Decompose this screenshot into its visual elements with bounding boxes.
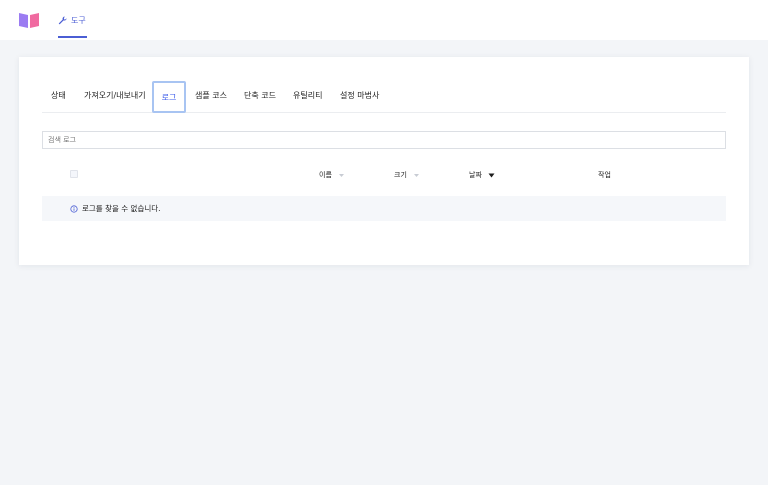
logs-card: 상태 가져오기/내보내기 로그 샘플 코스 단축 코드 유틸리티 설정 마법사 … bbox=[19, 57, 749, 265]
empty-state-row: 로그를 찾을 수 없습니다. bbox=[42, 196, 726, 221]
book-icon[interactable] bbox=[18, 11, 40, 29]
column-date-header[interactable]: 날짜 bbox=[469, 170, 495, 180]
tab-shortcodes[interactable]: 단축 코드 bbox=[244, 90, 276, 101]
tab-tools[interactable]: 도구 bbox=[58, 0, 87, 40]
search-logs-input[interactable] bbox=[42, 131, 726, 149]
logs-table-header: 이름 크기 날짜 작업 bbox=[42, 165, 726, 185]
wrench-icon bbox=[58, 15, 67, 24]
sort-caret-icon bbox=[338, 173, 344, 177]
tab-utilities[interactable]: 유틸리티 bbox=[293, 90, 322, 101]
column-actions-header: 작업 bbox=[598, 170, 611, 180]
column-name-label: 이름 bbox=[319, 171, 332, 179]
column-date-label: 날짜 bbox=[469, 171, 482, 179]
column-size-label: 크기 bbox=[394, 171, 407, 179]
top-bar: 도구 bbox=[0, 0, 768, 40]
tab-logs[interactable]: 로그 bbox=[152, 81, 186, 113]
tab-status[interactable]: 상태 bbox=[51, 90, 66, 101]
column-actions-label: 작업 bbox=[598, 171, 611, 179]
select-all-checkbox[interactable] bbox=[70, 170, 78, 178]
column-size-header[interactable]: 크기 bbox=[394, 170, 420, 180]
empty-state-message: 로그를 찾을 수 없습니다. bbox=[82, 204, 161, 213]
tools-tab-bar: 상태 가져오기/내보내기 로그 샘플 코스 단축 코드 유틸리티 설정 마법사 bbox=[42, 81, 726, 113]
active-tab-indicator bbox=[58, 36, 87, 38]
tab-tools-label: 도구 bbox=[71, 15, 86, 25]
tab-sample-course[interactable]: 샘플 코스 bbox=[195, 90, 227, 101]
tab-setup-wizard[interactable]: 설정 마법사 bbox=[340, 90, 379, 101]
sort-caret-icon bbox=[413, 173, 419, 177]
tab-import-export[interactable]: 가져오기/내보내기 bbox=[84, 90, 146, 101]
column-name-header[interactable]: 이름 bbox=[319, 170, 345, 180]
sort-caret-active-icon bbox=[488, 173, 495, 177]
info-icon bbox=[70, 204, 78, 213]
